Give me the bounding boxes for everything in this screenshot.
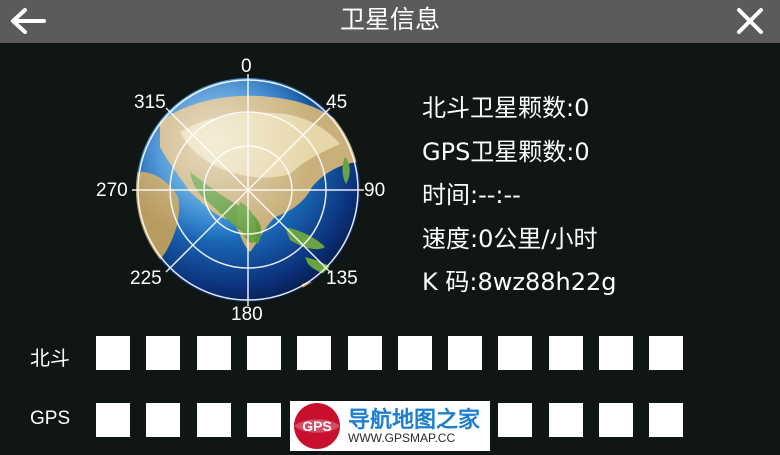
beidou-signal-slot-3 bbox=[196, 336, 231, 370]
k-code-readout: K 码:8wz88h22g bbox=[422, 268, 617, 296]
gps-satellite-count: GPS卫星颗数:0 bbox=[422, 138, 590, 166]
satellite-sky-plot: 0 45 90 135 180 225 270 315 bbox=[90, 52, 410, 332]
compass-label-0: 0 bbox=[241, 56, 252, 77]
arrow-left-icon bbox=[11, 8, 46, 34]
gps-signal-slot-9 bbox=[498, 403, 533, 437]
beidou-signal-slot-5 bbox=[297, 336, 332, 370]
gps-signal-slot-2 bbox=[146, 403, 181, 437]
watermark: GPS 导航地图之家 WWW.GPSMAP.CC bbox=[290, 401, 490, 451]
beidou-row-label: 北斗 bbox=[30, 346, 70, 370]
beidou-satellite-count: 北斗卫星颗数:0 bbox=[422, 94, 590, 122]
back-button[interactable] bbox=[6, 2, 50, 40]
watermark-title: 导航地图之家 bbox=[348, 408, 481, 433]
speed-readout: 速度:0公里/小时 bbox=[422, 225, 598, 253]
beidou-signal-slot-1 bbox=[96, 336, 130, 370]
gps-signal-slot-4 bbox=[246, 403, 281, 437]
watermark-badge-text: GPS bbox=[302, 418, 332, 434]
compass-label-90: 90 bbox=[364, 180, 386, 201]
beidou-signal-slot-12 bbox=[649, 336, 684, 370]
beidou-signal-slot-7 bbox=[397, 336, 432, 370]
beidou-signal-slot-8 bbox=[448, 336, 483, 370]
watermark-url: WWW.GPSMAP.CC bbox=[348, 431, 456, 445]
gps-signal-slot-10 bbox=[548, 403, 583, 437]
compass-label-135: 135 bbox=[326, 268, 358, 289]
gps-signal-slot-1 bbox=[96, 403, 130, 437]
gps-row-label: GPS bbox=[30, 408, 71, 429]
gps-signal-slot-11 bbox=[599, 403, 633, 437]
compass-label-315: 315 bbox=[134, 92, 166, 113]
time-readout: 时间:--:-- bbox=[422, 181, 521, 209]
compass-label-180: 180 bbox=[231, 304, 263, 325]
header-bar bbox=[0, 0, 780, 43]
close-icon bbox=[737, 8, 763, 34]
beidou-signal-slot-6 bbox=[347, 336, 382, 370]
close-button[interactable] bbox=[728, 2, 772, 40]
beidou-signal-slot-2 bbox=[146, 336, 181, 370]
beidou-signal-slot-11 bbox=[599, 336, 633, 370]
compass-label-225: 225 bbox=[130, 268, 162, 289]
compass-label-45: 45 bbox=[326, 92, 348, 113]
gps-badge-icon: GPS bbox=[294, 403, 340, 449]
beidou-signal-slot-4 bbox=[246, 336, 281, 370]
gps-signal-slot-12 bbox=[649, 403, 684, 437]
beidou-signal-slot-10 bbox=[548, 336, 583, 370]
beidou-signal-slot-9 bbox=[498, 336, 533, 370]
gps-signal-slot-3 bbox=[196, 403, 231, 437]
compass-label-270: 270 bbox=[96, 180, 128, 201]
